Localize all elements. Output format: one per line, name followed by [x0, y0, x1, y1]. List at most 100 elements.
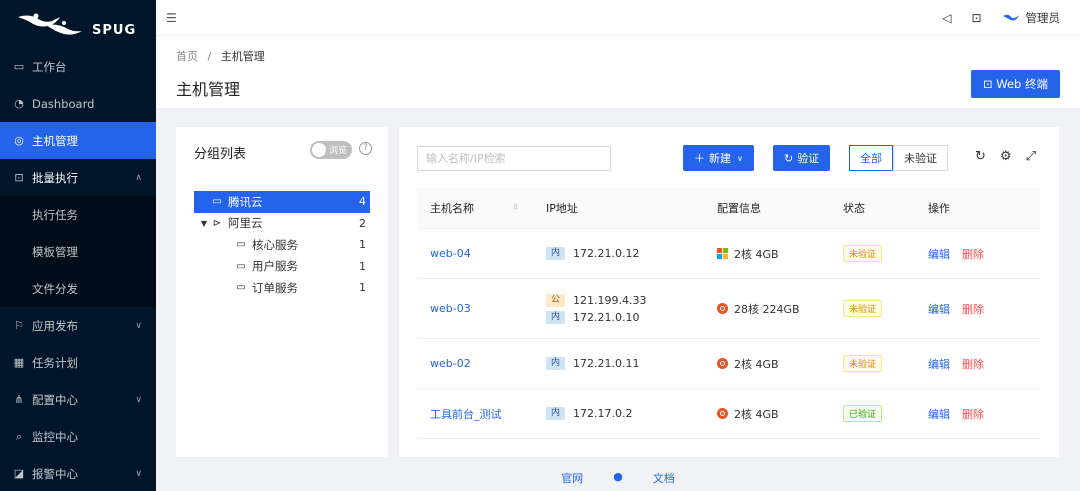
footer-link-docs[interactable]: 文档 [653, 470, 675, 486]
search-input[interactable] [417, 146, 611, 171]
ubuntu-icon [717, 303, 728, 314]
sidebar-item[interactable]: ⋔ 配置中心 ∨ [0, 381, 156, 418]
sidebar-item[interactable]: ▭ 工作台 [0, 48, 156, 85]
ip-type-tag: 公 [546, 293, 566, 307]
plus-icon: ＋ [694, 152, 705, 165]
flag-icon: ⚐ [14, 319, 24, 332]
verify-button-label: 验证 [797, 152, 820, 165]
toggle-knob [312, 143, 326, 157]
config-value: 2核 4GB [734, 357, 779, 371]
verify-button[interactable]: ↻ 验证 [773, 145, 831, 171]
caret-down-icon[interactable]: ▼ [198, 219, 210, 228]
sidebar-item[interactable]: ⚐ 应用发布 ∨ [0, 307, 156, 344]
fullscreen-icon[interactable]: ⤢ [1026, 149, 1036, 164]
menu-fold-icon[interactable]: ☰ [166, 11, 177, 25]
ip-address: 172.17.0.2 [573, 407, 633, 420]
page-header: 首页 / 主机管理 主机管理 ⊡ Web 终端 [156, 36, 1080, 108]
ip-cell: 内 172.21.0.11 [546, 355, 640, 372]
edit-link[interactable]: 编辑 [928, 248, 950, 261]
sidebar-item[interactable]: ◪ 报警中心 ∨ [0, 455, 156, 491]
group-tree: ▭ 腾讯云 4 ▼ ⊳ 阿里云 2 ▭ 核心服务 1 ▭ 用户服务 1 ▭ 订单服务 1 [194, 191, 370, 299]
toggle-label: 浏览 [329, 146, 348, 156]
sidebar-item[interactable]: ◔ Dashboard [0, 85, 156, 122]
terminal-icon: ⊡ [982, 77, 993, 91]
host-panel: ＋ 新建 ∨ ↻ 验证 全部 未验证 ↻ ⚙ ⤢ 主机名称 ⇳ IP地址 配置信… [399, 127, 1059, 457]
chevron-down-icon: ∨ [135, 394, 142, 405]
sidebar-subitem[interactable]: 执行任务 [0, 196, 156, 233]
host-name-link[interactable]: web-04 [430, 247, 471, 260]
logo[interactable]: SPUG [0, 0, 156, 48]
chevron-down-icon: ∨ [135, 320, 142, 331]
edit-link[interactable]: 编辑 [928, 303, 950, 316]
console-icon[interactable]: ⊡ [971, 11, 981, 25]
delete-link[interactable]: 删除 [962, 303, 984, 316]
ip-line: 内 172.17.0.2 [546, 405, 633, 422]
sort-icon[interactable]: ⇳ [512, 203, 520, 213]
config-value: 2核 4GB [734, 247, 779, 261]
reload-icon[interactable]: ↻ [975, 149, 986, 164]
cluster-icon: ⋔ [14, 393, 24, 406]
sidebar-item[interactable]: ⌕ 监控中心 [0, 418, 156, 455]
tree-node[interactable]: ▼ ⊳ 阿里云 2 [194, 213, 370, 235]
config-value: 2核 4GB [734, 407, 779, 421]
delete-link[interactable]: 删除 [962, 248, 984, 261]
sidebar-item[interactable]: ◎ 主机管理 [0, 122, 156, 159]
sidebar-item[interactable]: ⊡ 批量执行 ∧ [0, 159, 156, 196]
tree-node[interactable]: ▭ 腾讯云 4 [194, 191, 370, 213]
row-actions: 编辑 删除 [928, 301, 984, 317]
setting-icon[interactable]: ⚙ [1000, 149, 1012, 164]
user-menu[interactable]: 管理员 [1002, 10, 1061, 26]
ip-address: 172.21.0.12 [573, 247, 640, 260]
folder-icon: ▭ [236, 239, 246, 251]
table-header: 主机名称 ⇳ IP地址 配置信息 状态 操作 [417, 188, 1040, 229]
ubuntu-icon [717, 408, 728, 419]
user-name: 管理员 [1025, 10, 1061, 25]
sidebar-item-label: 主机管理 [32, 133, 78, 148]
sidebar-item-label: 应用发布 [32, 318, 78, 333]
new-button-label: 新建 [709, 152, 731, 165]
header-hostname[interactable]: 主机名称 [430, 200, 474, 216]
sidebar-item-label: 批量执行 [32, 170, 78, 185]
ip-cell: 内 172.21.0.12 [546, 245, 640, 262]
breadcrumb-home[interactable]: 首页 [176, 50, 198, 63]
browse-toggle[interactable]: 浏览 [310, 141, 352, 159]
chevron-up-icon: ∧ [135, 172, 142, 183]
github-icon[interactable]: ● [613, 470, 623, 486]
tree-node-label: 阿里云 [228, 216, 263, 231]
host-name-link[interactable]: web-03 [430, 302, 471, 315]
footer-link-website[interactable]: 官网 [561, 470, 583, 486]
tree-node[interactable]: ▭ 核心服务 1 [194, 234, 370, 256]
ip-cell: 内 172.17.0.2 [546, 405, 633, 422]
delete-link[interactable]: 删除 [962, 408, 984, 421]
tree-node[interactable]: ▭ 订单服务 1 [194, 277, 370, 299]
delete-link[interactable]: 删除 [962, 358, 984, 371]
logo-text: SPUG [92, 22, 137, 38]
sidebar-item-label: Dashboard [32, 96, 95, 111]
tree-node-count: 1 [359, 238, 366, 252]
tree-node-count: 1 [359, 281, 366, 295]
filter-unverified[interactable]: 未验证 [893, 145, 948, 171]
web-terminal-button[interactable]: ⊡ Web 终端 [970, 70, 1060, 98]
config-cell: 28核 224GB [717, 301, 800, 317]
config-value: 28核 224GB [734, 302, 800, 316]
tree-node-count: 2 [359, 216, 366, 230]
sidebar-item[interactable]: ▦ 任务计划 [0, 344, 156, 381]
tree-node-label: 腾讯云 [228, 194, 263, 209]
new-button[interactable]: ＋ 新建 ∨ [683, 145, 754, 171]
filter-all[interactable]: 全部 [849, 145, 893, 171]
ip-line: 内 172.21.0.12 [546, 245, 640, 262]
config-cell: 2核 4GB [717, 406, 779, 422]
sidebar-subitem[interactable]: 模板管理 [0, 233, 156, 270]
notification-icon[interactable]: ◁ [942, 11, 951, 25]
edit-link[interactable]: 编辑 [928, 408, 950, 421]
sidebar-subitem[interactable]: 文件分发 [0, 270, 156, 307]
header-status: 状态 [843, 202, 865, 215]
status-badge: 未验证 [843, 300, 883, 317]
ip-address: 172.21.0.10 [573, 310, 640, 324]
host-name-link[interactable]: 工具前台_测试 [430, 406, 502, 422]
question-icon[interactable]: ? [359, 142, 372, 155]
host-name-link[interactable]: web-02 [430, 357, 471, 370]
tree-node[interactable]: ▭ 用户服务 1 [194, 256, 370, 278]
edit-link[interactable]: 编辑 [928, 358, 950, 371]
avatar-icon [1002, 14, 1019, 20]
